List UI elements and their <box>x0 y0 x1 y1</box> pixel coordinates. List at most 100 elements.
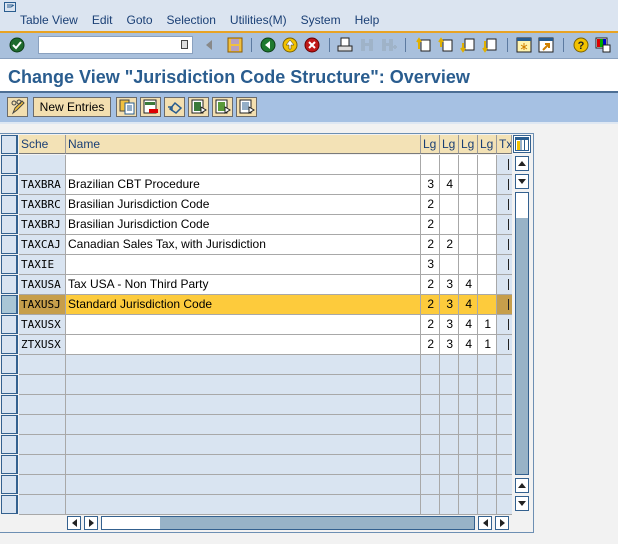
empty-cell[interactable] <box>459 355 478 375</box>
create-session-button[interactable] <box>515 36 533 54</box>
empty-cell[interactable] <box>459 395 478 415</box>
menu-table-view[interactable]: Table View <box>20 13 78 27</box>
empty-cell[interactable] <box>19 355 66 375</box>
name-cell[interactable]: Canadian Sales Tax, with Jurisdiction <box>66 235 421 255</box>
name-cell[interactable]: Tax USA - Non Third Party <box>66 275 421 295</box>
scroll-right-first-button[interactable] <box>84 516 98 530</box>
level-cell[interactable]: 3 <box>440 315 459 335</box>
table-settings-button[interactable] <box>513 135 531 153</box>
empty-cell[interactable] <box>66 495 421 515</box>
empty-cell[interactable] <box>66 435 421 455</box>
level-cell[interactable] <box>478 215 497 235</box>
tx-cell[interactable] <box>497 195 512 215</box>
find-next-button[interactable] <box>380 36 398 54</box>
level-cell[interactable]: 4 <box>440 175 459 195</box>
row-selector[interactable] <box>1 275 18 294</box>
level-cell[interactable] <box>478 195 497 215</box>
shortcut-button[interactable] <box>537 36 555 54</box>
empty-cell[interactable] <box>478 455 497 475</box>
level-cell[interactable]: 2 <box>421 215 440 235</box>
row-selector[interactable] <box>1 415 18 434</box>
level-cell[interactable] <box>440 215 459 235</box>
menu-goto[interactable]: Goto <box>127 13 153 27</box>
empty-cell[interactable] <box>440 415 459 435</box>
column-header-scheme[interactable]: Sche <box>19 135 66 154</box>
name-cell[interactable] <box>66 335 421 355</box>
empty-cell[interactable] <box>66 355 421 375</box>
command-history-icon[interactable] <box>181 40 188 49</box>
level-cell[interactable] <box>440 155 459 175</box>
empty-cell[interactable] <box>66 375 421 395</box>
empty-cell[interactable] <box>478 475 497 495</box>
name-cell[interactable]: Brazilian CBT Procedure <box>66 175 421 195</box>
help-button[interactable]: ? <box>572 36 590 54</box>
delete-button[interactable] <box>140 97 161 117</box>
empty-cell[interactable] <box>497 475 512 495</box>
empty-cell[interactable] <box>66 395 421 415</box>
level-cell[interactable]: 3 <box>421 255 440 275</box>
system-menu-icon[interactable] <box>4 2 18 12</box>
menu-selection[interactable]: Selection <box>167 13 216 27</box>
level-cell[interactable]: 1 <box>478 335 497 355</box>
empty-cell[interactable] <box>421 475 440 495</box>
empty-cell[interactable] <box>440 375 459 395</box>
tx-cell[interactable] <box>497 235 512 255</box>
name-cell[interactable]: Brasilian Jurisdiction Code <box>66 195 421 215</box>
level-cell[interactable]: 2 <box>421 295 440 315</box>
column-header-lg-1[interactable]: Lg <box>421 135 440 154</box>
column-header-lg-3[interactable]: Lg <box>459 135 478 154</box>
empty-cell[interactable] <box>478 355 497 375</box>
scroll-right-last-button[interactable] <box>495 516 509 530</box>
row-selector[interactable] <box>1 195 18 214</box>
exit-button[interactable] <box>281 36 299 54</box>
row-selector[interactable] <box>1 255 18 274</box>
empty-cell[interactable] <box>421 455 440 475</box>
empty-cell[interactable] <box>19 495 66 515</box>
scroll-page-down-button[interactable] <box>515 478 529 493</box>
level-cell[interactable] <box>459 215 478 235</box>
vertical-scroll-track[interactable] <box>515 192 529 475</box>
empty-cell[interactable] <box>19 375 66 395</box>
empty-cell[interactable] <box>421 495 440 515</box>
column-header-name[interactable]: Name <box>66 135 421 154</box>
save-button[interactable] <box>226 36 244 54</box>
last-page-button[interactable] <box>480 36 498 54</box>
horizontal-scroll-thumb[interactable] <box>102 517 160 529</box>
row-selector[interactable] <box>1 295 18 314</box>
tx-cell[interactable] <box>497 315 512 335</box>
tx-cell[interactable] <box>497 155 512 175</box>
find-button[interactable] <box>358 36 376 54</box>
scroll-bottom-button[interactable] <box>515 496 529 511</box>
copy-as-button[interactable] <box>116 97 137 117</box>
row-selector[interactable] <box>1 155 18 174</box>
new-entries-button[interactable]: New Entries <box>33 97 111 117</box>
empty-cell[interactable] <box>66 415 421 435</box>
empty-cell[interactable] <box>19 475 66 495</box>
empty-cell[interactable] <box>478 435 497 455</box>
row-selector[interactable] <box>1 475 18 494</box>
row-selector[interactable] <box>1 335 18 354</box>
level-cell[interactable]: 4 <box>459 335 478 355</box>
level-cell[interactable]: 2 <box>421 315 440 335</box>
name-cell[interactable] <box>66 155 421 175</box>
level-cell[interactable] <box>478 295 497 315</box>
name-cell[interactable]: Standard Jurisdiction Code <box>66 295 421 315</box>
empty-cell[interactable] <box>66 455 421 475</box>
print-button[interactable] <box>336 36 354 54</box>
column-header-tx[interactable]: Tx <box>497 135 512 154</box>
empty-cell[interactable] <box>440 455 459 475</box>
level-cell[interactable]: 3 <box>440 295 459 315</box>
menu-utilities[interactable]: Utilities(M) <box>230 13 287 27</box>
first-page-button[interactable] <box>414 36 432 54</box>
empty-cell[interactable] <box>478 395 497 415</box>
row-selector[interactable] <box>1 355 18 374</box>
back-button[interactable] <box>259 36 277 54</box>
row-selector[interactable] <box>1 495 18 514</box>
empty-cell[interactable] <box>459 455 478 475</box>
scroll-left-first-button[interactable] <box>67 516 81 530</box>
empty-cell[interactable] <box>440 395 459 415</box>
customize-layout-button[interactable] <box>594 36 612 54</box>
level-cell[interactable]: 3 <box>421 175 440 195</box>
empty-cell[interactable] <box>19 415 66 435</box>
empty-cell[interactable] <box>19 435 66 455</box>
